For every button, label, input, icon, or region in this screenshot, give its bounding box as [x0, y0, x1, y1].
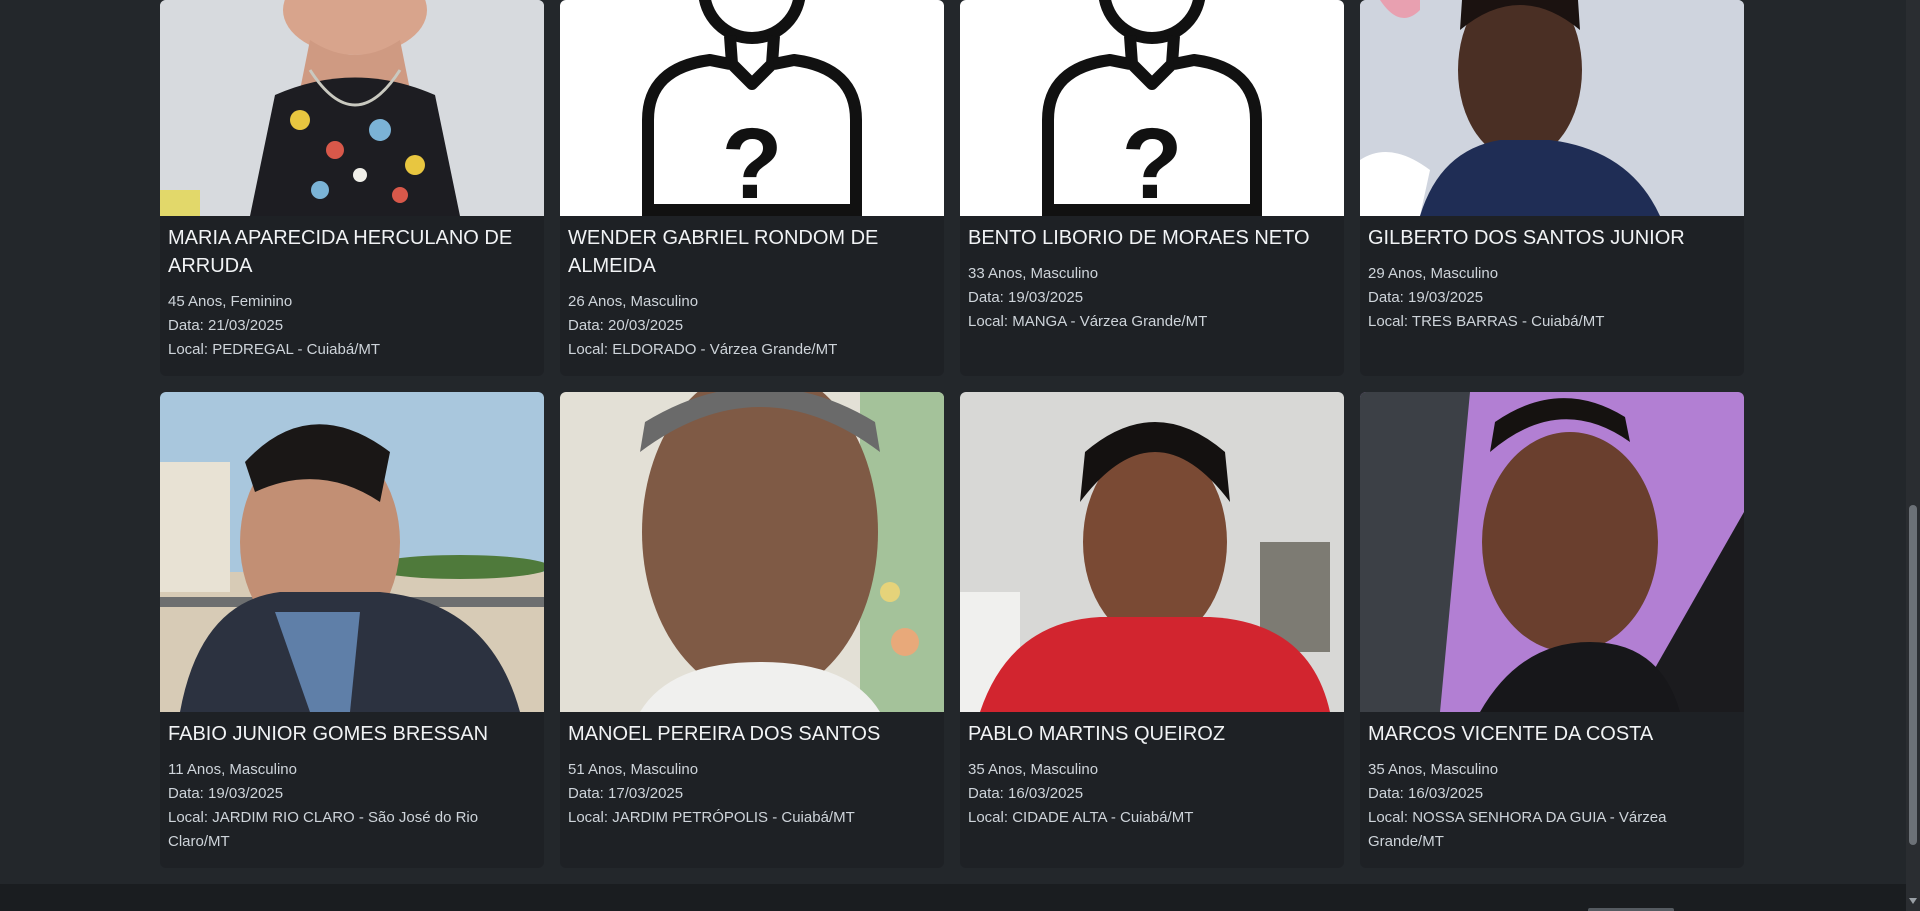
person-name[interactable]: MARIA APARECIDA HERCULANO DE ARRUDA: [168, 224, 536, 280]
person-date: Data: 16/03/2025: [968, 785, 1084, 802]
person-date: Data: 19/03/2025: [1368, 289, 1484, 306]
person-age-sex: 33 Anos, Masculino: [968, 265, 1099, 282]
person-age-sex: 35 Anos, Masculino: [968, 761, 1099, 778]
person-date: Data: 17/03/2025: [568, 785, 684, 802]
person-card[interactable]: FABIO JUNIOR GOMES BRESSAN 11 Anos, Masc…: [160, 392, 544, 868]
person-card[interactable]: MANOEL PEREIRA DOS SANTOS 51 Anos, Mascu…: [560, 392, 944, 868]
person-card[interactable]: MARIA APARECIDA HERCULANO DE ARRUDA 45 A…: [160, 0, 544, 376]
person-card[interactable]: MARCOS VICENTE DA COSTA 35 Anos, Masculi…: [1360, 392, 1744, 868]
person-name[interactable]: MANOEL PEREIRA DOS SANTOS: [568, 720, 936, 748]
person-name[interactable]: GILBERTO DOS SANTOS JUNIOR: [1368, 224, 1736, 252]
person-photo[interactable]: [160, 0, 544, 216]
results-grid-row-2: FABIO JUNIOR GOMES BRESSAN 11 Anos, Masc…: [160, 392, 1746, 868]
person-age-sex: 45 Anos, Feminino: [168, 293, 293, 310]
person-photo[interactable]: [160, 392, 544, 712]
person-age-sex: 26 Anos, Masculino: [568, 293, 699, 310]
person-date: Data: 19/03/2025: [968, 289, 1084, 306]
vertical-scrollbar[interactable]: [1906, 0, 1920, 911]
person-location: Local: ELDORADO - Várzea Grande/MT: [568, 341, 838, 358]
person-age-sex: 51 Anos, Masculino: [568, 761, 699, 778]
person-location: Local: JARDIM RIO CLARO - São José do Ri…: [168, 809, 479, 850]
person-age-sex: 35 Anos, Masculino: [1368, 761, 1499, 778]
unknown-person-icon[interactable]: ?: [560, 0, 944, 216]
person-location: Local: TRES BARRAS - Cuiabá/MT: [1368, 313, 1605, 330]
person-date: Data: 20/03/2025: [568, 317, 684, 334]
person-name[interactable]: MARCOS VICENTE DA COSTA: [1368, 720, 1736, 748]
person-location: Local: CIDADE ALTA - Cuiabá/MT: [968, 809, 1194, 826]
page-footer: [0, 884, 1906, 911]
person-date: Data: 16/03/2025: [1368, 785, 1484, 802]
person-photo[interactable]: [1360, 392, 1744, 712]
person-card[interactable]: GILBERTO DOS SANTOS JUNIOR 29 Anos, Masc…: [1360, 0, 1744, 376]
person-photo[interactable]: [560, 392, 944, 712]
scroll-down-arrow-icon[interactable]: [1909, 898, 1917, 904]
person-photo[interactable]: [960, 392, 1344, 712]
person-age-sex: 29 Anos, Masculino: [1368, 265, 1499, 282]
svg-text:?: ?: [721, 108, 782, 216]
svg-text:?: ?: [1121, 108, 1182, 216]
person-location: Local: NOSSA SENHORA DA GUIA - Várzea Gr…: [1368, 809, 1667, 850]
person-card[interactable]: ? WENDER GABRIEL RONDOM DE ALMEIDA 26 An…: [560, 0, 944, 376]
person-age-sex: 11 Anos, Masculino: [168, 761, 297, 778]
results-grid-row-1: MARIA APARECIDA HERCULANO DE ARRUDA 45 A…: [160, 0, 1746, 376]
person-location: Local: JARDIM PETRÓPOLIS - Cuiabá/MT: [568, 809, 855, 826]
person-card[interactable]: ? BENTO LIBORIO DE MORAES NETO 33 Anos, …: [960, 0, 1344, 376]
person-name[interactable]: BENTO LIBORIO DE MORAES NETO: [968, 224, 1336, 252]
unknown-person-icon[interactable]: ?: [960, 0, 1344, 216]
person-location: Local: PEDREGAL - Cuiabá/MT: [168, 341, 381, 358]
person-name[interactable]: FABIO JUNIOR GOMES BRESSAN: [168, 720, 536, 748]
scrollbar-thumb[interactable]: [1909, 505, 1917, 845]
person-name[interactable]: PABLO MARTINS QUEIROZ: [968, 720, 1336, 748]
person-photo[interactable]: [1360, 0, 1744, 216]
person-location: Local: MANGA - Várzea Grande/MT: [968, 313, 1208, 330]
person-date: Data: 19/03/2025: [168, 785, 284, 802]
person-name[interactable]: WENDER GABRIEL RONDOM DE ALMEIDA: [568, 224, 936, 280]
person-card[interactable]: PABLO MARTINS QUEIROZ 35 Anos, Masculino…: [960, 392, 1344, 868]
person-date: Data: 21/03/2025: [168, 317, 284, 334]
